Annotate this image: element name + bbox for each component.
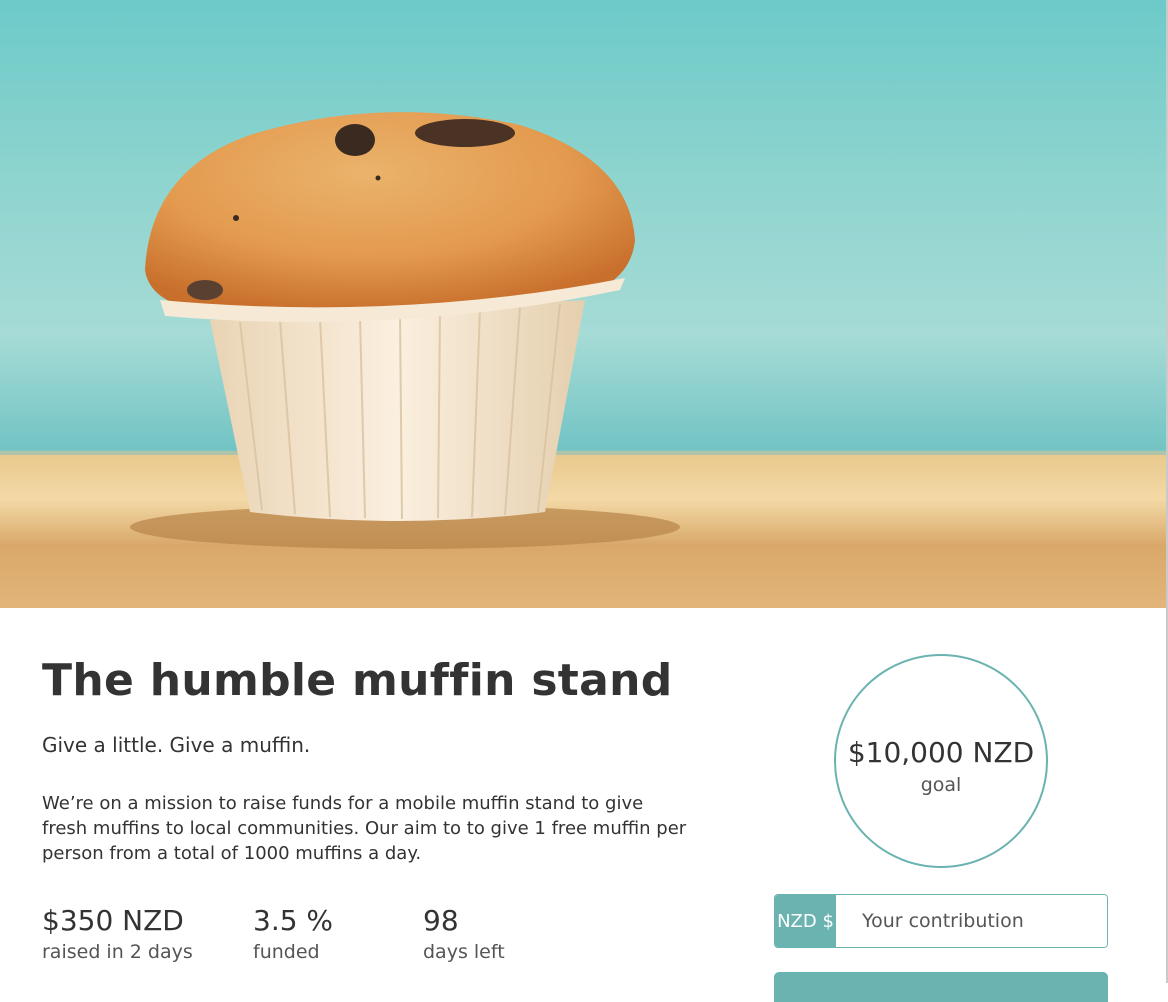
stat-raised-value: $350 NZD xyxy=(42,904,184,937)
project-description: We’re on a mission to raise funds for a … xyxy=(42,793,687,864)
stat-days-left: 98 days left xyxy=(423,902,505,964)
stat-funded-value: 3.5 % xyxy=(253,904,334,937)
hero-image xyxy=(0,0,1166,608)
stat-days-left-label: days left xyxy=(423,941,505,963)
muffin-illustration xyxy=(0,112,1166,608)
project-tagline: Give a little. Give a muffin. xyxy=(42,733,311,757)
project-title: The humble muffin stand xyxy=(42,655,673,706)
stat-raised-label: raised in 2 days xyxy=(42,941,193,963)
stat-funded-label: funded xyxy=(253,941,320,963)
stat-raised: $350 NZD raised in 2 days xyxy=(42,902,193,964)
stat-funded: 3.5 % funded xyxy=(253,902,333,964)
goal-label: goal xyxy=(920,774,962,796)
stat-days-left-value: 98 xyxy=(423,904,459,937)
goal-circle: $10,000 NZD goal xyxy=(834,654,1048,868)
contribution-field: NZD $ xyxy=(774,894,1108,948)
contribute-button[interactable] xyxy=(774,972,1108,1002)
currency-prefix: NZD $ xyxy=(775,895,836,947)
contribution-input[interactable] xyxy=(836,895,1107,947)
goal-amount: $10,000 NZD xyxy=(847,736,1035,769)
